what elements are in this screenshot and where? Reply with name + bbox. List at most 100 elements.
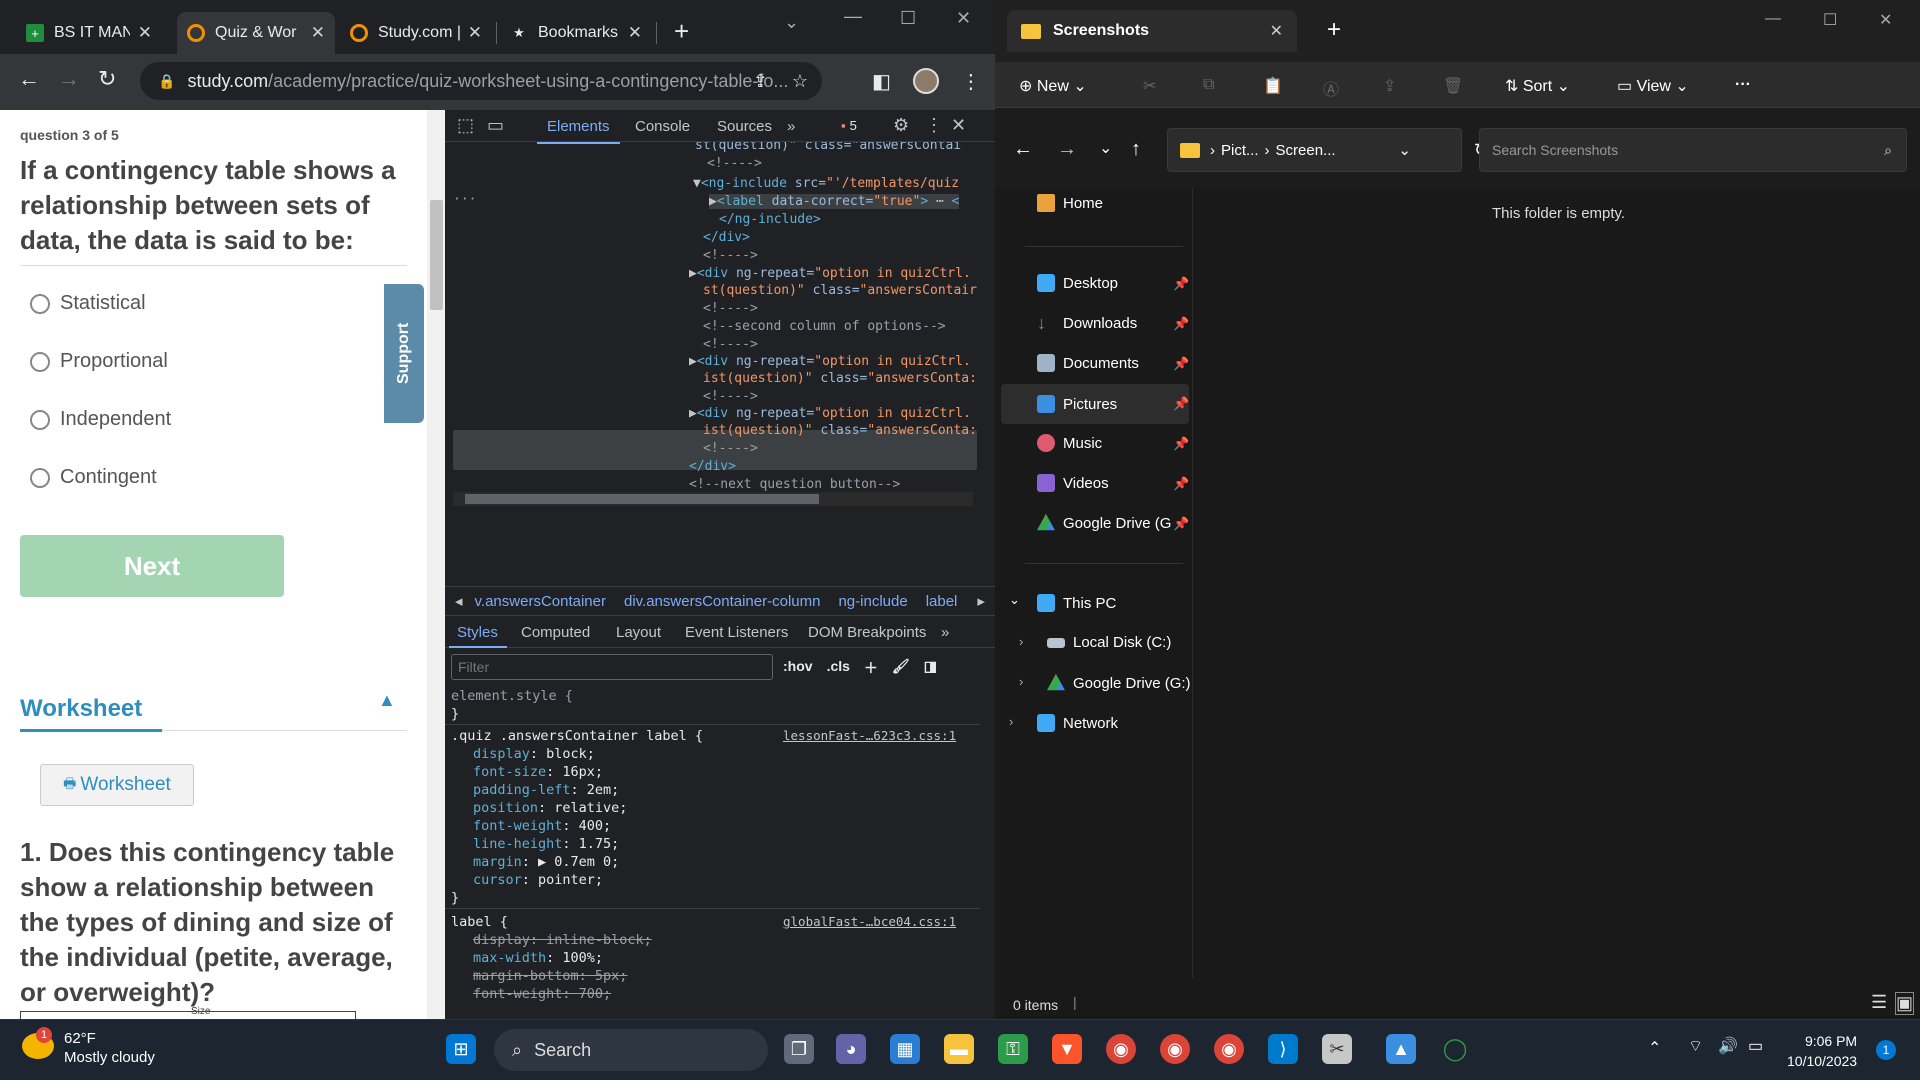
tab-study-com[interactable]: Study.com | ✕ <box>340 14 492 52</box>
delete-icon[interactable]: 🗑 <box>1443 76 1463 96</box>
new-tab-icon[interactable]: + <box>1327 16 1341 44</box>
sidebar-item-documents[interactable]: Documents <box>1037 354 1139 372</box>
breadcrumb-left-icon[interactable]: ◂ <box>455 592 463 610</box>
sidebar-item-local-disk[interactable]: Local Disk (C:) <box>1047 634 1171 651</box>
app-ring-icon[interactable]: ◯ <box>1440 1034 1470 1064</box>
close-tab-icon[interactable]: ✕ <box>468 23 482 43</box>
pin-icon[interactable]: 📌 <box>1173 356 1189 372</box>
address-segment[interactable]: Screen... <box>1276 142 1336 159</box>
dom-tree[interactable]: st(question)" class="answersContai <!---… <box>445 142 981 566</box>
pin-icon[interactable]: 📌 <box>1173 396 1189 412</box>
breadcrumb-item[interactable]: v.answersContainer <box>475 593 606 610</box>
new-tab-icon[interactable]: + <box>674 16 689 47</box>
close-devtools-icon[interactable]: ✕ <box>951 115 966 136</box>
paste-icon[interactable]: 📋 <box>1263 76 1283 96</box>
vscode-icon[interactable]: ⟩ <box>1268 1034 1298 1064</box>
forward-icon[interactable]: → <box>58 66 80 92</box>
radio-button[interactable] <box>30 467 50 488</box>
sidebar-item-music[interactable]: Music <box>1037 434 1102 452</box>
close-tab-icon[interactable]: ✕ <box>311 23 325 43</box>
expand-chevron-icon[interactable]: › <box>1009 714 1013 729</box>
sidebar-item-downloads[interactable]: ↓ Downloads <box>1037 314 1137 332</box>
notification-badge[interactable]: 1 <box>1876 1040 1896 1060</box>
share-icon[interactable]: ⇪ <box>753 71 768 92</box>
weather-widget[interactable]: 1 62°F Mostly cloudy <box>22 1027 155 1067</box>
details-view-icon[interactable]: ☰ <box>1871 992 1887 1013</box>
tab-bs-it-man[interactable]: + BS IT MAN/ ✕ <box>16 14 162 52</box>
calendar-icon[interactable]: ▦ <box>890 1034 920 1064</box>
cls-toggle[interactable]: .cls <box>827 658 850 678</box>
close-tab-icon[interactable]: ✕ <box>138 23 152 43</box>
up-icon[interactable]: ↑ <box>1131 138 1141 161</box>
cut-icon[interactable]: ✂ <box>1143 76 1156 96</box>
avatar[interactable] <box>912 68 939 94</box>
worksheet-print-button[interactable]: 🖶 Worksheet <box>40 764 194 806</box>
tab-elements[interactable]: Elements <box>537 118 619 144</box>
css-source-link[interactable]: globalFast-…bce04.css:1 <box>783 914 956 929</box>
tab-dom-breakpoints[interactable]: DOM Breakpoints <box>808 624 926 641</box>
wifi-icon[interactable]: ⌔ <box>1688 1036 1703 1056</box>
forward-icon[interactable]: → <box>1057 138 1077 161</box>
sidebar-item-desktop[interactable]: Desktop <box>1037 274 1118 292</box>
expand-chevron-icon[interactable]: ⌄ <box>1009 592 1020 608</box>
paint-icon[interactable]: 🖌 <box>892 658 910 678</box>
brave-browser-icon[interactable]: ▼ <box>1052 1034 1082 1064</box>
snipping-tool-icon[interactable]: ✂ <box>1322 1034 1352 1064</box>
pin-icon[interactable]: 📌 <box>1173 476 1189 492</box>
sidebar-item-google-drive-g[interactable]: Google Drive (G:) <box>1047 674 1191 692</box>
sidebar-item-network[interactable]: Network <box>1037 714 1118 732</box>
answer-option[interactable]: Contingent <box>30 466 157 489</box>
teams-chat-icon[interactable]: ◕ <box>836 1034 866 1064</box>
sidebar-item-google-drive[interactable]: Google Drive (G <box>1037 514 1171 532</box>
tab-event-listeners[interactable]: Event Listeners <box>685 624 788 641</box>
settings-gear-icon[interactable]: ⚙ <box>893 115 909 136</box>
pin-icon[interactable]: 📌 <box>1173 276 1189 292</box>
start-menu-icon[interactable]: ⊞ <box>446 1034 476 1064</box>
hov-toggle[interactable]: :hov <box>783 658 813 678</box>
sidebar-item-videos[interactable]: Videos <box>1037 474 1109 492</box>
close-tab-icon[interactable]: ✕ <box>628 23 642 43</box>
answer-option[interactable]: Statistical <box>30 292 146 315</box>
horizontal-scrollbar[interactable] <box>453 492 973 506</box>
vpn-lock-icon[interactable]: ⚿ <box>998 1034 1028 1064</box>
maximize-icon[interactable]: ☐ <box>900 8 916 29</box>
address-dropdown-icon[interactable]: ⌄ <box>1398 141 1411 159</box>
css-source-link[interactable]: lessonFast-…623c3.css:1 <box>783 728 956 743</box>
inspect-element-icon[interactable]: ⬚ <box>457 115 474 136</box>
pin-icon[interactable]: 📌 <box>1173 516 1189 532</box>
close-window-icon[interactable]: ✕ <box>956 8 971 29</box>
devtools-menu-icon[interactable]: ⋮ <box>925 115 943 136</box>
sidebar-item-home[interactable]: Home <box>1037 194 1103 212</box>
url-bar[interactable]: 🔒 study.com/academy/practice/quiz-worksh… <box>140 62 822 100</box>
share-icon[interactable]: ⇪ <box>1383 76 1396 96</box>
chrome-profile-icon[interactable]: ◉ <box>1214 1034 1244 1064</box>
collapse-caret-icon[interactable]: ▲ <box>378 690 396 711</box>
chrome-menu-icon[interactable]: ⋮ <box>961 69 981 94</box>
copy-icon[interactable]: ⧉ <box>1203 76 1214 94</box>
breadcrumb-right-icon[interactable]: ▸ <box>977 592 985 610</box>
breadcrumb-item[interactable]: ng-include <box>838 593 907 610</box>
tab-quiz-worksheet[interactable]: Quiz & Wor ✕ <box>177 12 335 54</box>
address-bar[interactable]: ›Pict... ›Screen... ⌄ ↻ <box>1167 128 1489 172</box>
expand-chevron-icon[interactable]: › <box>1019 634 1023 649</box>
styles-filter-input[interactable] <box>451 654 773 680</box>
breadcrumb-item[interactable]: div.answersContainer-column <box>624 593 820 610</box>
chrome-icon[interactable]: ◉ <box>1106 1034 1136 1064</box>
system-clock[interactable]: 9:06 PM 10/10/2023 <box>1787 1031 1857 1071</box>
next-button[interactable]: Next <box>20 535 284 597</box>
back-icon[interactable]: ← <box>1013 138 1033 161</box>
radio-button[interactable] <box>30 409 50 430</box>
recent-chevron-icon[interactable]: ⌄ <box>1099 138 1112 158</box>
close-tab-icon[interactable]: ✕ <box>1270 21 1283 41</box>
pin-icon[interactable]: 📌 <box>1173 436 1189 452</box>
taskbar-search[interactable]: ⌕ Search <box>494 1029 768 1071</box>
new-rule-icon[interactable]: ＋ <box>864 658 878 678</box>
reload-icon[interactable]: ↻ <box>98 66 116 92</box>
radio-button[interactable] <box>30 293 50 314</box>
task-view-icon[interactable]: ❐ <box>784 1034 814 1064</box>
sidebar-item-this-pc[interactable]: This PC <box>1037 594 1116 612</box>
support-tab[interactable]: Support <box>384 284 424 423</box>
explorer-tab[interactable]: Screenshots ✕ <box>1007 10 1297 52</box>
photos-icon[interactable]: ▲ <box>1386 1034 1416 1064</box>
battery-icon[interactable]: ▭ <box>1748 1036 1763 1056</box>
